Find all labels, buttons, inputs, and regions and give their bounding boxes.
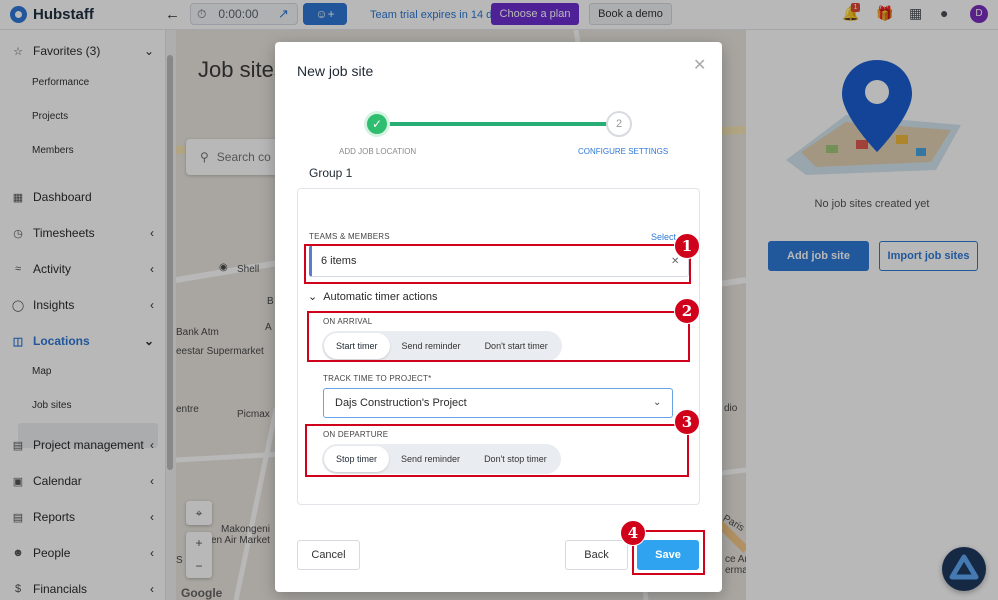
highlight-box-1 [304, 244, 691, 284]
close-icon[interactable]: ✕ [693, 55, 706, 75]
dialog-title: New job site [297, 63, 374, 79]
step-1-label: ADD JOB LOCATION [339, 147, 417, 156]
annotation-number-3: 3 [674, 409, 700, 435]
step-2-label: CONFIGURE SETTINGS [578, 147, 669, 156]
annotation-number-1: 1 [674, 233, 700, 259]
highlight-box-3 [305, 424, 689, 477]
step-complete-check-icon[interactable]: ✓ [364, 111, 390, 137]
stepper-progress [375, 122, 618, 126]
annotation-number-2: 2 [674, 298, 700, 324]
annotation-number-4: 4 [620, 520, 646, 546]
step-2-indicator[interactable]: 2 [606, 111, 632, 137]
highlight-box-2 [307, 311, 690, 362]
